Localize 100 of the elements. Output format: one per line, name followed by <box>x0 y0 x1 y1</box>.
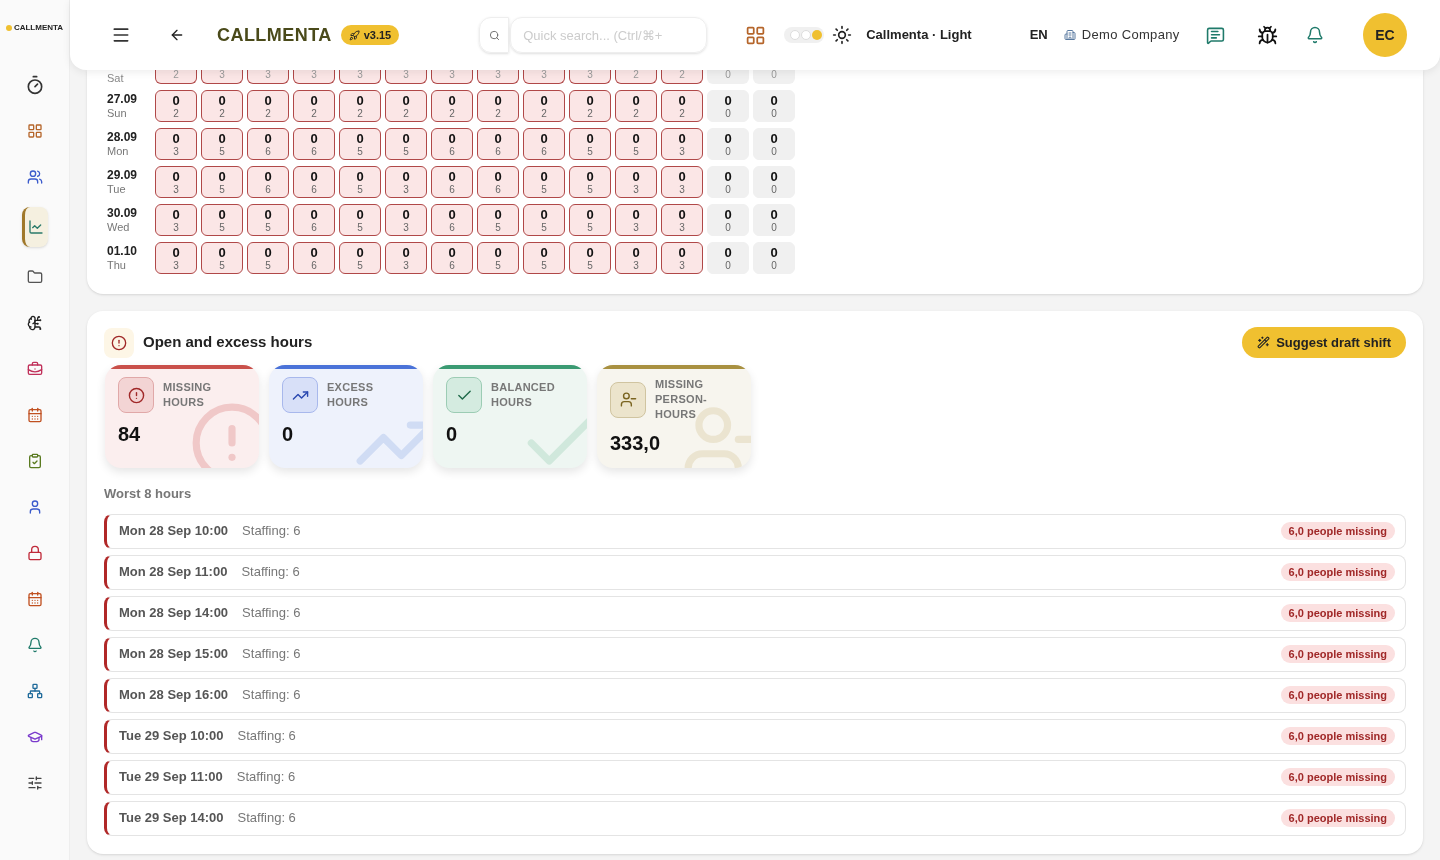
alert-icon <box>118 377 154 413</box>
folder-icon <box>26 269 43 285</box>
coverage-cell: 3 <box>569 70 611 84</box>
coverage-cell: 0 6 <box>431 166 473 198</box>
graduation-cap-icon <box>26 729 43 745</box>
date-label: 01.10 <box>107 243 139 259</box>
day-label: Thu <box>107 258 127 273</box>
coverage-cell: 0 3 <box>661 204 703 236</box>
alert-icon <box>104 327 134 358</box>
coverage-cell: 0 2 <box>247 90 289 122</box>
stat-value: 0 <box>446 422 459 447</box>
coverage-cell: 3 <box>431 70 473 84</box>
coverage-cell: 0 6 <box>247 166 289 198</box>
missing-badge: 6,0 people missing <box>1280 563 1395 581</box>
coverage-cell: 3 <box>339 70 381 84</box>
coverage-cell: 0 6 <box>523 128 565 160</box>
coverage-cell: 0 2 <box>661 90 703 122</box>
coverage-cell: 0 3 <box>155 166 197 198</box>
day-label: Sat <box>107 73 125 84</box>
check-icon <box>446 377 482 413</box>
coverage-cell: 0 3 <box>385 204 427 236</box>
coverage-cell: 3 <box>385 70 427 84</box>
logo-text: CALLMENTA <box>13 21 64 34</box>
hour-time: Mon 28 Sep 11:00 <box>119 563 228 582</box>
coverage-cell: 0 <box>753 70 795 84</box>
coverage-cell: 3 <box>293 70 335 84</box>
calendar-icon <box>26 591 43 607</box>
trend-up-icon <box>282 377 318 413</box>
coverage-cell: 0 3 <box>661 242 703 274</box>
coverage-cell: 0 5 <box>569 242 611 274</box>
coverage-cell: 0 5 <box>569 204 611 236</box>
sun-icon <box>832 25 853 45</box>
briefcase-icon <box>26 361 43 377</box>
hour-row[interactable]: Mon 28 Sep 14:00 Staffing: 6 6,0 people missing <box>104 595 1406 631</box>
staffing-text: Staffing: 6 <box>242 522 301 541</box>
lock-icon <box>26 545 43 561</box>
calendar-icon <box>26 407 43 423</box>
hour-row[interactable]: Tue 29 Sep 14:00 Staffing: 6 6,0 people missing <box>104 800 1406 836</box>
hour-time: Mon 28 Sep 14:00 <box>119 604 229 623</box>
messages-button[interactable] <box>1205 25 1225 45</box>
coverage-cell: 3 <box>477 70 519 84</box>
coverage-cell: 0 6 <box>477 128 519 160</box>
logo-icon <box>5 24 12 31</box>
language-button[interactable]: EN <box>1029 25 1048 45</box>
bug-button[interactable] <box>1256 24 1278 46</box>
version-badge: v3.15 <box>340 25 400 45</box>
coverage-cell: 0 5 <box>339 128 381 160</box>
missing-badge: 6,0 people missing <box>1280 809 1395 827</box>
coverage-cell: 0 5 <box>523 166 565 198</box>
coverage-cell: 0 6 <box>431 128 473 160</box>
coverage-cell: 0 <box>707 70 749 84</box>
day-label: Tue <box>107 182 127 197</box>
company-button[interactable]: Demo Company <box>1081 25 1180 45</box>
hour-time: Mon 28 Sep 15:00 <box>119 645 229 664</box>
coverage-cell: 0 3 <box>615 166 657 198</box>
avatar[interactable]: EC <box>1363 13 1407 57</box>
stat-label: MISSING HOURS <box>163 380 213 410</box>
stat-value: 0 <box>282 422 295 447</box>
staffing-text: Staffing: 6 <box>236 768 296 787</box>
suggest-draft-shift-button[interactable]: Suggest draft shift <box>1242 327 1406 358</box>
staffing-text: Staffing: 6 <box>237 727 296 746</box>
coverage-cell: 0 0 <box>707 242 749 274</box>
coverage-cell: 0 5 <box>201 242 243 274</box>
user-minus-icon <box>610 381 646 418</box>
staffing-text: Staffing: 6 <box>242 686 301 705</box>
apps-button[interactable] <box>745 24 767 46</box>
coverage-cell: 0 5 <box>201 166 243 198</box>
building-icon <box>1063 29 1076 41</box>
chart-icon <box>28 219 44 235</box>
coverage-cell: 0 3 <box>155 204 197 236</box>
missing-badge: 6,0 people missing <box>1280 686 1395 704</box>
coverage-cell: 0 5 <box>569 128 611 160</box>
menu-icon <box>111 25 131 45</box>
coverage-cell: 0 5 <box>523 242 565 274</box>
stat-label: BALANCED HOURS <box>491 380 556 410</box>
hour-row[interactable]: Mon 28 Sep 10:00 Staffing: 6 6,0 people missing <box>104 513 1406 549</box>
hour-row[interactable]: Tue 29 Sep 11:00 Staffing: 6 6,0 people missing <box>104 759 1406 795</box>
bell-icon <box>26 637 43 653</box>
users-icon <box>26 169 43 185</box>
notifications-button[interactable] <box>1305 26 1324 44</box>
coverage-cell: 0 3 <box>155 242 197 274</box>
hour-row[interactable]: Mon 28 Sep 16:00 Staffing: 6 6,0 people missing <box>104 677 1406 713</box>
hour-row[interactable]: Mon 28 Sep 11:00 Staffing: 6 6,0 people missing <box>104 554 1406 590</box>
missing-badge: 6,0 people missing <box>1280 768 1395 786</box>
coverage-cell: 2 <box>615 70 657 84</box>
coverage-cell: 0 0 <box>753 204 795 236</box>
stat-label: EXCESS HOURS <box>327 380 375 410</box>
brand-title: CALLMENTA <box>217 23 332 47</box>
coverage-cell: 0 3 <box>661 128 703 160</box>
list-heading: Worst 8 hours <box>104 485 193 503</box>
coverage-cell: 0 3 <box>661 166 703 198</box>
coverage-cell: 3 <box>523 70 565 84</box>
section-title: Open and excess hours <box>143 332 313 353</box>
hour-time: Tue 29 Sep 11:00 <box>119 768 223 787</box>
day-label: Mon <box>107 144 130 159</box>
hour-row[interactable]: Mon 28 Sep 15:00 Staffing: 6 6,0 people missing <box>104 636 1406 672</box>
hour-row[interactable]: Tue 29 Sep 10:00 Staffing: 6 6,0 people missing <box>104 718 1406 754</box>
coverage-cell: 0 2 <box>615 90 657 122</box>
hour-time: Mon 28 Sep 16:00 <box>119 686 229 705</box>
coverage-cell: 3 <box>201 70 243 84</box>
